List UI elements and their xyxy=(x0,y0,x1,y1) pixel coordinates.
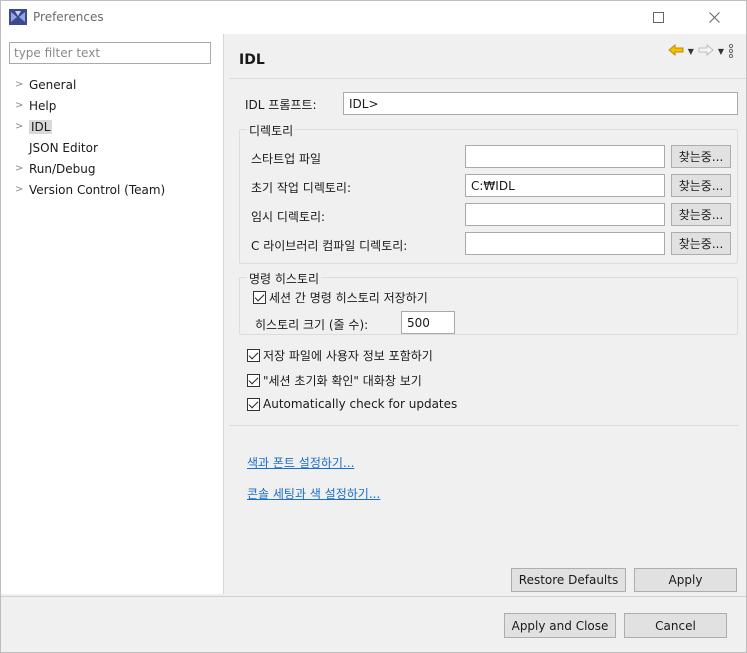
include-user-info-label: 저장 파일에 사용자 정보 포함하기 xyxy=(263,349,433,363)
forward-arrow-icon[interactable] xyxy=(698,43,714,59)
apply-and-close-button[interactable]: Apply and Close xyxy=(504,613,616,638)
title-bar: Preferences xyxy=(1,1,746,34)
tree-item-label: IDL xyxy=(29,119,53,134)
filter-input[interactable] xyxy=(9,42,211,64)
chevron-right-icon[interactable]: > xyxy=(15,163,29,174)
tree-item-label: General xyxy=(29,77,77,92)
window-title: Preferences xyxy=(33,10,104,24)
tree-item-json-editor[interactable]: JSON Editor xyxy=(15,137,165,158)
initial-working-dir-browse-button[interactable]: 찾는중... xyxy=(671,174,731,197)
temp-dir-browse-button[interactable]: 찾는중... xyxy=(671,203,731,226)
preferences-tree: > General > Help > IDL JSON Editor > Run… xyxy=(15,74,165,200)
temp-dir-input[interactable] xyxy=(465,203,665,226)
back-arrow-icon[interactable] xyxy=(667,43,684,59)
apply-button[interactable]: Apply xyxy=(634,568,737,592)
page-toolbar: ▼ ▼ xyxy=(667,43,734,59)
checkbox-checked-icon[interactable] xyxy=(253,291,266,304)
preferences-navigation: > General > Help > IDL JSON Editor > Run… xyxy=(1,34,224,594)
tree-item-label: JSON Editor xyxy=(29,140,98,155)
save-history-checkbox[interactable]: 세션 간 명령 히스토리 저장하기 xyxy=(253,289,428,306)
tree-item-idl[interactable]: > IDL xyxy=(15,116,165,137)
tree-item-label: Version Control (Team) xyxy=(29,182,166,197)
startup-file-label: 스타트업 파일 xyxy=(251,152,322,166)
c-lib-compile-dir-label: C 라이브러리 컴파일 디렉토리: xyxy=(251,239,408,253)
tree-item-version-control[interactable]: > Version Control (Team) xyxy=(15,179,165,200)
chevron-right-icon[interactable]: > xyxy=(15,79,29,90)
forward-dropdown-icon[interactable]: ▼ xyxy=(718,47,724,56)
initial-working-dir-label: 초기 작업 디렉토리: xyxy=(251,181,351,195)
colors-fonts-link[interactable]: 색과 폰트 설정하기... xyxy=(247,454,354,471)
save-history-label: 세션 간 명령 히스토리 저장하기 xyxy=(269,291,428,305)
auto-check-updates-label: Automatically check for updates xyxy=(263,397,458,411)
chevron-right-icon[interactable]: > xyxy=(15,121,29,132)
chevron-right-icon[interactable]: > xyxy=(15,184,29,195)
history-size-input[interactable] xyxy=(401,311,455,334)
initial-working-dir-input[interactable] xyxy=(465,174,665,197)
maximize-button[interactable] xyxy=(635,1,681,34)
console-settings-link[interactable]: 콘솔 세팅과 색 설정하기... xyxy=(247,485,380,502)
checkbox-checked-icon[interactable] xyxy=(247,397,260,411)
preference-page: IDL ▼ ▼ IDL 프롬프트: 디렉토리 스타트업 파일 찾는중... 초기… xyxy=(229,34,746,594)
cancel-button[interactable]: Cancel xyxy=(624,613,727,638)
page-title: IDL xyxy=(239,52,265,68)
include-user-info-checkbox[interactable]: 저장 파일에 사용자 정보 포함하기 xyxy=(247,347,433,364)
c-lib-compile-dir-input[interactable] xyxy=(465,232,665,255)
checkbox-checked-icon[interactable] xyxy=(247,349,260,362)
show-reset-dialog-checkbox[interactable]: "세션 초기화 확인" 대화창 보기 xyxy=(247,372,422,389)
checkbox-checked-icon[interactable] xyxy=(247,374,260,387)
maximize-icon xyxy=(652,12,664,23)
auto-check-updates-checkbox[interactable]: Automatically check for updates xyxy=(247,397,457,411)
startup-file-input[interactable] xyxy=(465,145,665,168)
command-history-group-title: 명령 히스토리 xyxy=(247,270,322,287)
close-icon xyxy=(708,12,720,23)
preferences-window: Preferences > General > Help > IDL JSON … xyxy=(0,0,747,653)
idl-prompt-label: IDL 프롬프트: xyxy=(245,98,317,112)
show-reset-dialog-label: "세션 초기화 확인" 대화창 보기 xyxy=(263,374,422,388)
tree-item-help[interactable]: > Help xyxy=(15,95,165,116)
view-menu-icon[interactable] xyxy=(728,43,734,59)
history-size-label: 히스토리 크기 (줄 수): xyxy=(255,318,369,332)
c-lib-compile-dir-browse-button[interactable]: 찾는중... xyxy=(671,232,731,255)
title-separator xyxy=(229,78,746,79)
section-separator xyxy=(229,425,739,426)
directory-group-title: 디렉토리 xyxy=(247,122,296,139)
tree-item-label: Run/Debug xyxy=(29,161,96,176)
startup-file-browse-button[interactable]: 찾는중... xyxy=(671,145,731,168)
tree-item-label: Help xyxy=(29,98,57,113)
dialog-footer: Apply and Close Cancel xyxy=(1,597,746,652)
back-dropdown-icon[interactable]: ▼ xyxy=(688,47,694,56)
idl-prompt-input[interactable] xyxy=(343,92,738,115)
tree-item-run-debug[interactable]: > Run/Debug xyxy=(15,158,165,179)
tree-item-general[interactable]: > General xyxy=(15,74,165,95)
close-button[interactable] xyxy=(691,1,737,34)
temp-dir-label: 임시 디렉토리: xyxy=(251,210,326,224)
chevron-right-icon[interactable]: > xyxy=(15,100,29,111)
eclipse-app-icon xyxy=(9,9,27,25)
restore-defaults-button[interactable]: Restore Defaults xyxy=(511,568,626,592)
